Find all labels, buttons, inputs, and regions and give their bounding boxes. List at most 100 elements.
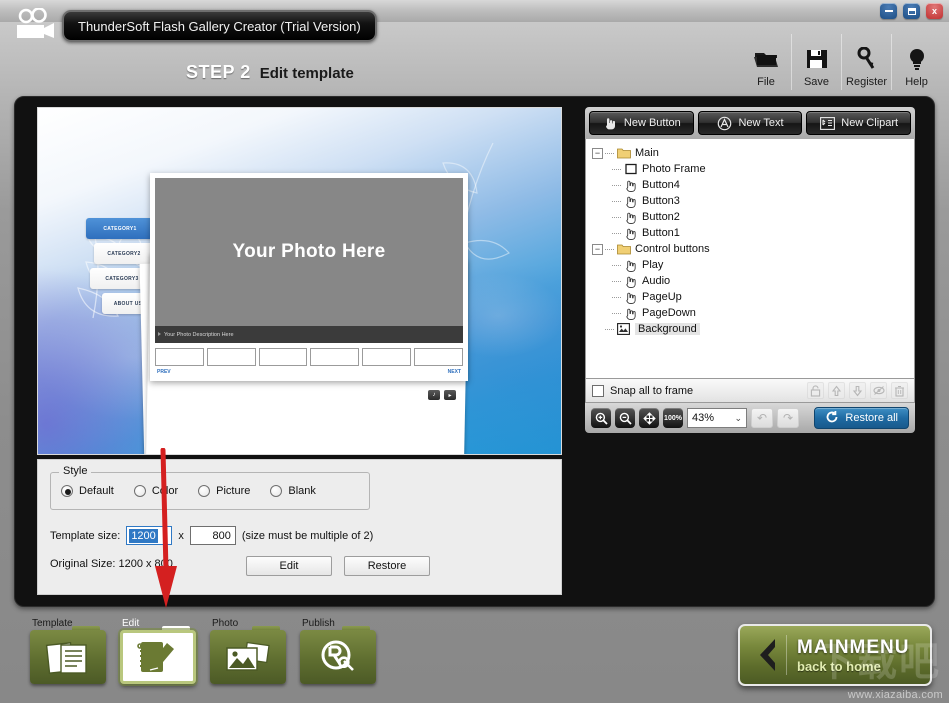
undo-button[interactable]: ↶ <box>751 408 773 428</box>
edit-button[interactable]: Edit <box>246 556 332 576</box>
zoom-out-icon[interactable] <box>615 408 635 428</box>
snap-all-to-frame-label: Snap all to frame <box>610 384 694 397</box>
collapse-expander-icon[interactable]: − <box>592 147 603 159</box>
help-button[interactable]: Help <box>891 34 941 90</box>
save-button[interactable]: Save <box>791 34 841 90</box>
help-label: Help <box>905 76 928 88</box>
style-option-picture[interactable]: Picture <box>198 485 250 497</box>
new-text-button[interactable]: New Text <box>697 111 803 135</box>
nav-tab-label: Template <box>32 618 73 629</box>
file-button[interactable]: File <box>741 34 791 90</box>
move-down-icon[interactable] <box>849 382 866 399</box>
restore-all-button[interactable]: Restore all <box>814 407 909 429</box>
radio-icon[interactable] <box>133 485 146 497</box>
template-height-input[interactable]: 800 <box>189 526 236 545</box>
zoom-in-icon[interactable] <box>591 408 611 428</box>
play-icon[interactable]: ▸ <box>444 390 456 400</box>
style-option-default[interactable]: Default <box>61 485 114 497</box>
hand-cursor-icon <box>623 290 638 304</box>
thumbnail-item[interactable] <box>362 348 412 366</box>
object-tree[interactable]: − Main Photo Frame Button4 Button3 Butto… <box>585 139 915 379</box>
tree-node-pageup[interactable]: PageUp <box>590 289 910 305</box>
nav-tab-photo[interactable]: Photo <box>210 618 286 684</box>
photo-placeholder-area[interactable]: Your Photo Here <box>155 178 463 326</box>
tree-node-audio[interactable]: Audio <box>590 273 910 289</box>
publish-icon <box>321 640 354 671</box>
tree-node-pagedown[interactable]: PageDown <box>590 305 910 321</box>
photos-icon <box>226 641 270 671</box>
style-option-label: Color <box>151 485 179 497</box>
register-button[interactable]: Register <box>841 34 891 90</box>
tree-node-photo-frame[interactable]: Photo Frame <box>590 161 910 177</box>
next-button[interactable]: NEXT <box>448 369 461 375</box>
visibility-icon[interactable] <box>870 382 887 399</box>
play-triangle-icon <box>158 332 161 336</box>
tree-node-button3[interactable]: Button3 <box>590 193 910 209</box>
audio-icon[interactable]: ♪ <box>428 390 440 400</box>
collapse-expander-icon[interactable]: − <box>592 243 603 255</box>
template-preview-canvas[interactable]: CATEGORY1 CATEGORY2 CATEGORY3 ABOUT US Y… <box>37 107 562 455</box>
photo-frame-object[interactable]: Your Photo Here Your Photo Description H… <box>150 173 468 381</box>
tree-node-play[interactable]: Play <box>590 257 910 273</box>
tree-connector <box>612 232 621 234</box>
nav-tab-card[interactable] <box>210 630 286 684</box>
nav-tab-card[interactable] <box>300 630 376 684</box>
tree-node-button1[interactable]: Button1 <box>590 225 910 241</box>
tree-connector <box>612 264 621 266</box>
prev-button[interactable]: PREV <box>157 369 171 375</box>
movie-camera-icon <box>17 7 54 38</box>
thumbnail-item[interactable] <box>206 348 256 366</box>
category-item[interactable]: CATEGORY1 <box>86 218 154 239</box>
actual-size-icon[interactable]: 100% <box>663 408 683 428</box>
category-item[interactable]: CATEGORY2 <box>94 243 154 264</box>
style-option-blank[interactable]: Blank <box>270 485 316 497</box>
tree-node-label: PageUp <box>642 291 682 303</box>
new-clipart-button[interactable]: New Clipart <box>806 111 912 135</box>
maximize-button[interactable] <box>903 3 920 19</box>
restore-button[interactable]: Restore <box>344 556 430 576</box>
template-width-input[interactable]: 1200 <box>126 526 173 545</box>
tree-node-control-buttons[interactable]: − Control buttons <box>590 241 910 257</box>
minimize-button[interactable] <box>880 3 897 19</box>
nav-tab-card[interactable] <box>120 630 196 684</box>
lock-icon[interactable] <box>807 382 824 399</box>
maximize-icon <box>907 7 916 15</box>
delete-icon[interactable] <box>891 382 908 399</box>
tree-node-main[interactable]: − Main <box>590 145 910 161</box>
new-text-label: New Text <box>738 117 784 129</box>
thumbnail-item[interactable] <box>258 348 308 366</box>
thumbnail-item[interactable] <box>155 348 204 366</box>
register-label: Register <box>846 76 887 88</box>
photo-placeholder-text: Your Photo Here <box>232 241 386 262</box>
hand-cursor-icon <box>623 226 638 240</box>
radio-icon[interactable] <box>61 485 73 497</box>
tree-connector <box>612 216 621 218</box>
tree-node-button4[interactable]: Button4 <box>590 177 910 193</box>
redo-button[interactable]: ↷ <box>777 408 799 428</box>
radio-icon[interactable] <box>198 485 211 497</box>
thumbnail-item[interactable] <box>310 348 360 366</box>
zoom-level-select[interactable]: 43% ⌄ <box>687 408 747 428</box>
new-button-button[interactable]: New Button <box>589 111 694 135</box>
nav-tab-template[interactable]: Template <box>30 618 106 684</box>
nav-tab-publish[interactable]: Publish <box>300 618 376 684</box>
hand-cursor-icon <box>623 178 638 192</box>
tree-node-label: Background <box>635 323 700 335</box>
nav-tab-card[interactable] <box>30 630 106 684</box>
radio-icon[interactable] <box>270 485 283 497</box>
tree-node-background[interactable]: Background <box>590 321 910 337</box>
nav-tab-edit[interactable]: Edit <box>120 618 196 684</box>
style-option-color[interactable]: Color <box>133 485 179 497</box>
nav-tab-label: Edit <box>122 618 140 629</box>
application-window: x ThunderSoft Flash Gallery Creator (Tri… <box>0 0 949 703</box>
fit-icon[interactable] <box>639 408 659 428</box>
image-icon <box>616 322 631 336</box>
move-up-icon[interactable] <box>828 382 845 399</box>
tree-node-button2[interactable]: Button2 <box>590 209 910 225</box>
minimize-icon <box>884 10 893 12</box>
file-label: File <box>757 76 775 88</box>
close-button[interactable]: x <box>926 3 943 19</box>
thumbnail-item[interactable] <box>414 348 463 366</box>
snap-all-to-frame-checkbox[interactable] <box>592 384 604 397</box>
style-option-label: Picture <box>216 485 251 497</box>
